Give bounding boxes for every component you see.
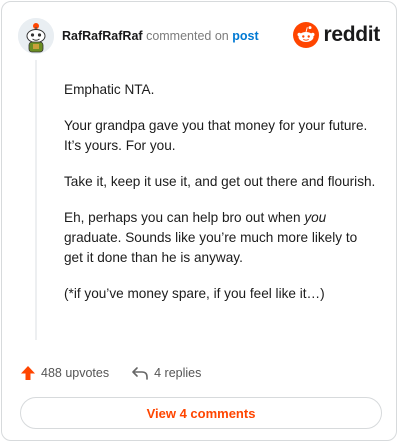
comment-stats: 488 upvotes 4 replies — [20, 362, 378, 384]
avatar-image — [18, 18, 54, 54]
comment-meta: RafRafRafRaf commented on post — [62, 29, 259, 43]
view-comments-button[interactable]: View 4 comments — [20, 397, 382, 429]
replies-button[interactable]: 4 replies — [131, 365, 201, 381]
comment-paragraph: Eh, perhaps you can help bro out when yo… — [64, 208, 379, 268]
reddit-brand[interactable]: reddit — [293, 21, 380, 49]
username[interactable]: RafRafRafRaf — [62, 29, 143, 43]
comment-emphasis: you — [304, 210, 327, 225]
comment-paragraph: Emphatic NTA. — [64, 82, 155, 97]
comment-text: graduate. Sounds like you’re much more l… — [64, 230, 358, 265]
avatar[interactable] — [18, 18, 54, 54]
post-link[interactable]: post — [232, 29, 258, 43]
upvote-count: 488 upvotes — [41, 366, 110, 380]
upvote-button[interactable]: 488 upvotes — [20, 365, 109, 381]
reply-arrow-icon — [132, 367, 148, 380]
action-text: commented on — [146, 29, 229, 43]
comment-text: Eh, perhaps you can help bro out when — [64, 210, 305, 225]
comment-body: Emphatic NTA. Your grandpa gave you that… — [64, 80, 379, 320]
comment-card: RafRafRafRaf commented on post reddit Em… — [1, 1, 397, 441]
reddit-logo-icon — [293, 22, 320, 48]
comment-header: RafRafRafRaf commented on post reddit — [18, 16, 380, 56]
comment-paragraph: Take it, keep it use it, and get out the… — [64, 174, 376, 189]
reddit-wordmark: reddit — [323, 23, 380, 46]
reply-count: 4 replies — [154, 366, 202, 380]
upvote-arrow-icon — [21, 366, 35, 380]
comment-paragraph: Your grandpa gave you that money for you… — [64, 118, 368, 153]
comment-paragraph: (*if you’ve money spare, if you feel lik… — [64, 286, 325, 301]
thread-line — [35, 60, 37, 340]
